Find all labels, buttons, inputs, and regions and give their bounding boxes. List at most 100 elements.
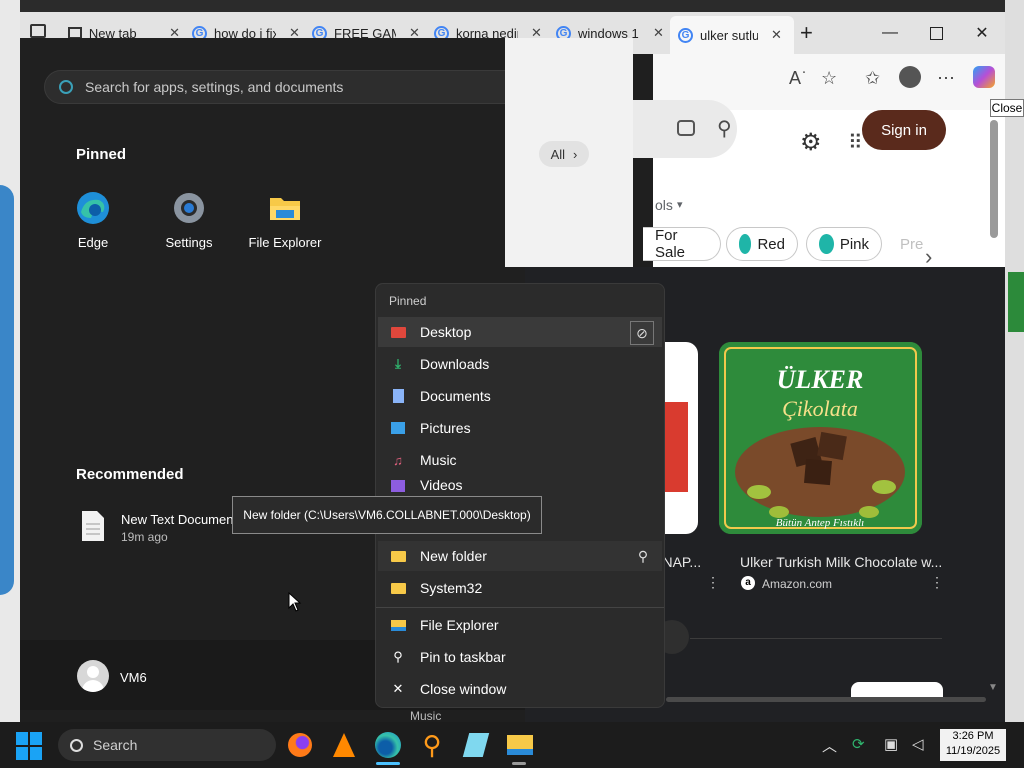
avatar[interactable] <box>77 660 109 692</box>
jump-item-tooltip: New folder (C:\Users\VM6.COLLABNET.000\D… <box>232 496 542 534</box>
more-options-icon[interactable]: ⋮ <box>930 574 944 591</box>
jump-item-new-folder[interactable]: New folder ⚲ <box>378 541 662 571</box>
magnifier-icon[interactable]: ⚲ <box>415 728 449 762</box>
taskbar-search[interactable]: Search <box>58 729 276 761</box>
result-source[interactable]: Amazon.com <box>762 577 832 591</box>
window-close-icon[interactable]: ✕ <box>959 12 1005 54</box>
pinned-app-settings[interactable]: Settings <box>143 190 235 250</box>
jump-item-videos[interactable]: Videos <box>378 477 662 495</box>
firefox-icon[interactable] <box>283 728 317 762</box>
chip-for-sale[interactable]: For Sale <box>643 227 721 261</box>
notepad-icon[interactable] <box>459 728 493 762</box>
jump-item-label: New folder <box>420 548 487 564</box>
jump-action-close-window[interactable]: ✕ Close window <box>378 674 662 704</box>
image-subtitle: Çikolata <box>782 396 858 421</box>
jump-action-file-explorer[interactable]: File Explorer <box>378 610 662 640</box>
taskbar-clock[interactable]: 3:26 PM 11/19/2025 <box>940 729 1006 761</box>
window-controls: — ✕ <box>867 12 1005 54</box>
unpin-icon[interactable]: ⊘ <box>630 321 654 345</box>
tab-actions-icon[interactable] <box>30 24 46 38</box>
chevron-up-icon[interactable]: ︿ <box>822 735 837 756</box>
result-caption[interactable]: Ulker Turkish Milk Chocolate w... <box>740 554 942 570</box>
music-icon: ♫ <box>393 452 403 468</box>
start-button[interactable] <box>16 732 44 760</box>
clock-time: 3:26 PM <box>952 730 994 742</box>
chip-label: Red <box>757 235 785 253</box>
more-options-icon[interactable]: ⋮ <box>706 574 720 591</box>
filter-all-button[interactable]: All › <box>539 141 589 167</box>
chevron-right-icon: › <box>573 146 578 162</box>
pinned-heading: Pinned <box>76 146 127 163</box>
more-menu-icon[interactable]: ⋯ <box>937 68 955 89</box>
desktop-folder-icon <box>390 324 406 340</box>
settings-gear-icon[interactable]: ⚙ <box>800 128 822 157</box>
jump-item-desktop[interactable]: Desktop ⊘ <box>378 317 662 347</box>
close-tooltip: Close <box>990 99 1024 117</box>
jump-item-documents[interactable]: Documents <box>378 381 662 411</box>
mouse-cursor-icon <box>288 592 302 612</box>
copilot-icon[interactable] <box>973 66 995 88</box>
user-name[interactable]: VM6 <box>120 670 147 685</box>
pinned-app-label: File Explorer <box>248 235 322 250</box>
search-icon <box>70 738 83 752</box>
chip-label: Pink <box>839 235 869 253</box>
jump-item-system32[interactable]: System32 <box>378 573 662 603</box>
jump-item-label: File Explorer <box>420 617 499 633</box>
text-document-icon <box>82 511 104 541</box>
vertical-scrollbar[interactable] <box>990 120 998 238</box>
search-tools-box: ⚲ <box>633 100 737 158</box>
search-icon[interactable]: ⚲ <box>717 116 732 141</box>
vlc-icon[interactable] <box>327 728 361 762</box>
pinned-app-edge[interactable]: Edge <box>47 190 139 250</box>
edge-icon[interactable] <box>371 728 405 762</box>
profile-avatar-icon[interactable] <box>899 66 921 88</box>
recommended-item[interactable]: New Text Document 19m ago <box>76 508 246 548</box>
clock-date: 11/19/2025 <box>945 745 1001 757</box>
minimize-icon[interactable]: — <box>867 12 913 54</box>
volume-icon[interactable]: ◁ <box>912 735 924 753</box>
apps-grid-icon[interactable]: ⠿ <box>848 130 863 155</box>
chevron-right-icon[interactable]: › <box>925 244 932 270</box>
close-icon[interactable]: ✕ <box>653 25 664 41</box>
scroll-down-icon[interactable]: ▼ <box>988 682 998 693</box>
result-image-card[interactable]: ÜLKER Çikolata Bütün Antep Fıstıklı <box>719 342 922 534</box>
color-swatch-icon <box>739 234 752 254</box>
tools-menu-label[interactable]: ols <box>655 197 673 213</box>
jump-item-label: Pictures <box>420 420 471 436</box>
desktop-wallpaper-shape-right <box>1008 272 1024 332</box>
maximize-icon[interactable] <box>913 12 959 54</box>
chip-pre[interactable]: Pre <box>888 227 948 261</box>
chip-red[interactable]: Red <box>726 227 798 261</box>
edge-icon <box>77 192 109 224</box>
document-icon <box>390 388 406 404</box>
video-icon <box>390 477 406 493</box>
jump-item-label: Desktop <box>420 324 472 340</box>
pin-icon[interactable]: ⚲ <box>632 545 654 567</box>
close-icon[interactable]: ✕ <box>771 27 782 43</box>
jump-list-underlying-item: Music <box>410 709 442 723</box>
favorites-icon[interactable]: ✩ <box>865 68 880 89</box>
pinned-app-file-explorer[interactable]: File Explorer <box>239 190 331 250</box>
jump-item-downloads[interactable]: ⤓ Downloads <box>378 349 662 379</box>
tab-ulker-sutlu[interactable]: G ulker sutlu ✕ <box>670 16 794 54</box>
download-icon: ⤓ <box>395 356 401 371</box>
pinned-app-label: Settings <box>165 235 213 250</box>
jump-action-pin-to-taskbar[interactable]: ⚲ Pin to taskbar <box>378 642 662 672</box>
sync-icon[interactable]: ⟳ <box>852 735 865 753</box>
favorite-star-icon[interactable]: ☆ <box>821 68 837 89</box>
recommended-heading: Recommended <box>76 466 184 483</box>
read-aloud-icon[interactable]: A͘ <box>789 68 801 89</box>
horizontal-scrollbar[interactable] <box>666 697 986 702</box>
active-app-indicator <box>376 762 400 765</box>
recommended-item-time: 19m ago <box>121 530 168 544</box>
pictures-icon <box>390 420 406 436</box>
network-icon[interactable]: ▣ <box>884 735 898 753</box>
jump-item-music[interactable]: ♫ Music <box>378 445 662 475</box>
camera-search-icon[interactable] <box>677 120 695 136</box>
new-tab-plus-icon[interactable]: + <box>800 20 813 46</box>
jump-item-pictures[interactable]: Pictures <box>378 413 662 443</box>
sign-in-button[interactable]: Sign in <box>862 110 946 150</box>
chip-pink[interactable]: Pink <box>806 227 882 261</box>
file-explorer-icon[interactable] <box>503 728 537 762</box>
filter-all-label: All <box>550 146 566 162</box>
